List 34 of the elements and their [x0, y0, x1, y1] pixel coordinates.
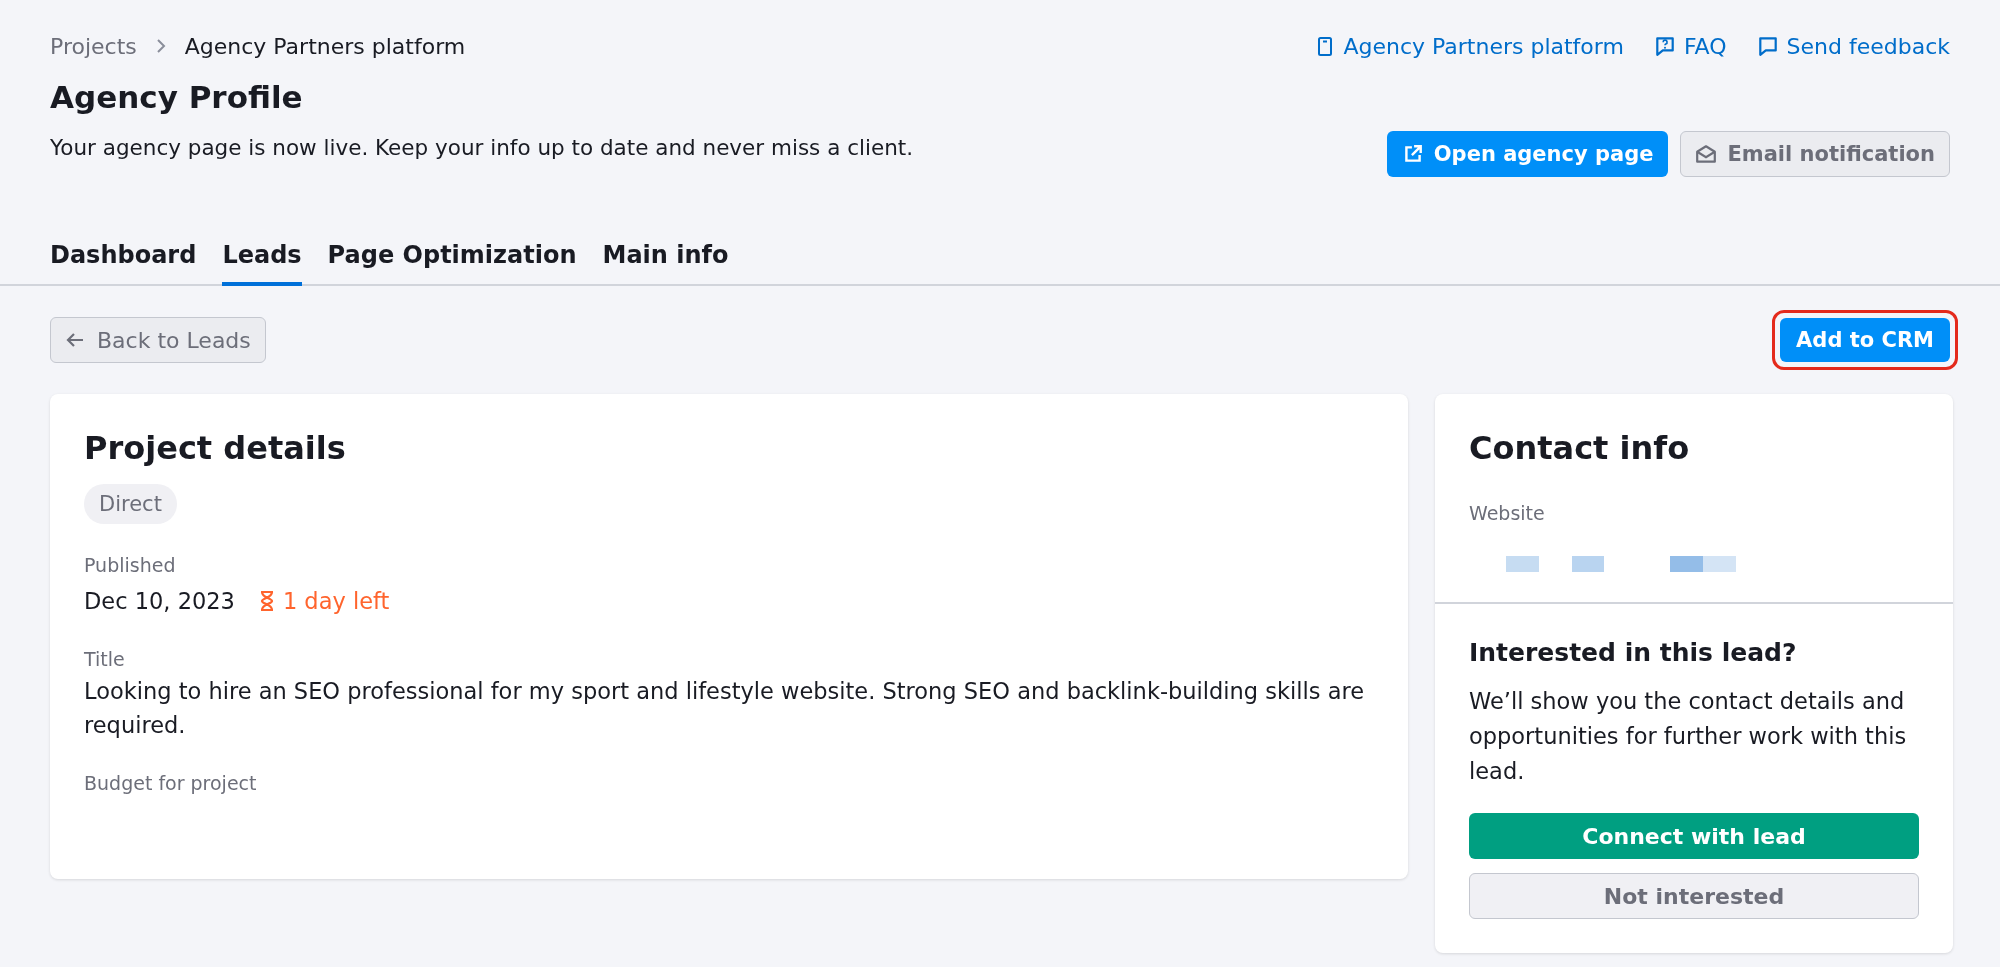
info-text: We’ll show you the contact details and opportunities for further work with this lead. — [1469, 687, 1908, 786]
decline-button[interactable]: Not interested — [1469, 873, 1919, 919]
envelope-icon — [1695, 143, 1718, 165]
field-label: Published — [84, 554, 177, 576]
header-link[interactable]: Agency Partners platform — [1315, 33, 1624, 59]
page-title: Agency Profile — [50, 78, 304, 116]
connect-button[interactable]: Connect with lead — [1469, 813, 1919, 859]
email-button[interactable]: Email notification — [1680, 131, 1950, 177]
section-heading: Interested in this lead? — [1469, 638, 1798, 668]
published-date: Dec 10, 2023 — [84, 587, 235, 616]
header-link[interactable]: Send feedback — [1756, 33, 1950, 59]
field-label: Title — [84, 648, 126, 670]
header-link[interactable]: FAQ — [1653, 33, 1727, 59]
back-button[interactable]: Back to Leads — [50, 317, 266, 363]
tab[interactable]: Page Optimization — [327, 230, 577, 286]
chat-icon — [1756, 35, 1779, 57]
tab[interactable]: Main info — [602, 230, 729, 286]
open-page-button[interactable]: Open agency page — [1386, 131, 1669, 177]
add-to-crm-button[interactable]: Add to CRM — [1780, 318, 1950, 362]
chevron-right-icon — [154, 39, 167, 53]
field-label: Budget for project — [84, 772, 258, 794]
time-left: 1 day left — [282, 588, 390, 614]
card-title: Project details — [84, 428, 347, 468]
hourglass-icon — [258, 590, 275, 612]
card-title: Contact info — [1469, 428, 1691, 468]
tab[interactable]: Dashboard — [50, 230, 197, 286]
tag: Direct — [84, 484, 177, 524]
breadcrumb-current: Agency Partners platform — [184, 33, 466, 59]
help-icon — [1653, 35, 1676, 57]
page-subtitle: Your agency page is now live. Keep your info up to date and never miss a client. — [50, 134, 914, 162]
breadcrumb-link[interactable]: Projects — [50, 33, 137, 59]
tab[interactable]: Leads — [222, 230, 302, 286]
project-title: Looking to hire an SEO professional for my sport and lifestyle website. Strong SEO and backlink-building skills are required. — [84, 677, 1366, 740]
field-label: Website — [1469, 502, 1546, 524]
